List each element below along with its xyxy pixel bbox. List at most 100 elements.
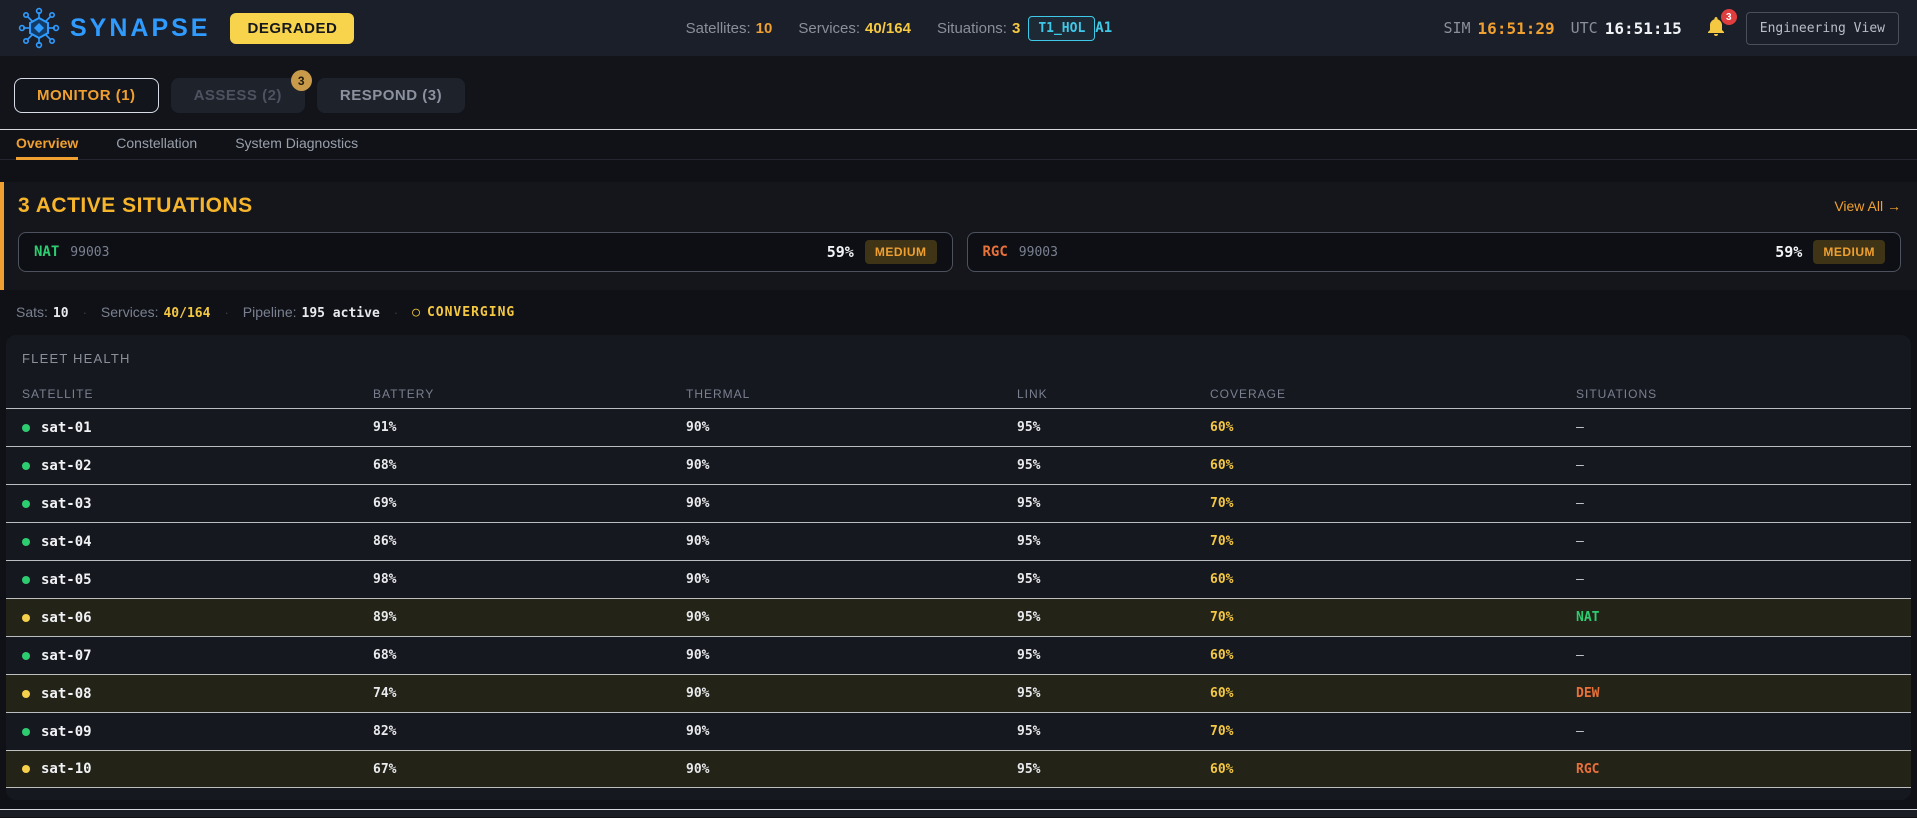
satellite-name: sat-02 <box>41 457 92 474</box>
pipeline-statusbar: Sats: 10 · Services: 40/164 · Pipeline: 195 act… <box>0 290 1917 335</box>
status-label: Pipeline: <box>242 304 297 320</box>
mode-badge: T1_HOL <box>1028 15 1096 41</box>
satellite-name: sat-08 <box>41 685 92 702</box>
satellite-cell: sat-03 <box>22 496 373 512</box>
notifications-button[interactable]: 3 <box>1704 9 1737 41</box>
separator-dot: · <box>82 305 87 320</box>
tab-monitor[interactable]: MONITOR (1) <box>14 78 159 113</box>
header-stats: Satellites: 10 Services: 40/164 Situations: 3 <box>686 20 1021 37</box>
fleet-row-sat-04[interactable]: sat-04 86% 90% 95% 70% – <box>6 522 1911 560</box>
situation-card-rgc[interactable]: RGC 99003 59% MEDIUM <box>966 232 1901 272</box>
column-header-battery: BATTERY <box>373 387 435 401</box>
situation-percent: 59% <box>826 243 854 261</box>
battery-value: 67% <box>373 761 397 777</box>
logo: SYNAPSE <box>18 7 210 49</box>
notification-count-badge: 3 <box>1720 9 1737 25</box>
view-all-link[interactable]: View All → <box>1834 198 1901 214</box>
header-right: SIM 16:51:29 UTC 16:51:15 3 Engineering … <box>1443 9 1899 45</box>
engineering-view-button[interactable]: Engineering View <box>1745 11 1899 45</box>
thermal-value: 90% <box>686 534 710 549</box>
coverage-value: 60% <box>1210 458 1234 473</box>
thermal-value: 90% <box>686 686 710 701</box>
satellite-cell: sat-02 <box>22 458 373 474</box>
status-value: 10 <box>52 306 69 321</box>
tab-assess[interactable]: ASSESS (2) 3 <box>170 70 312 113</box>
health-dot-icon <box>22 651 30 660</box>
thermal-value: 90% <box>686 572 710 587</box>
stat-label: Situations: <box>936 19 1007 37</box>
pipeline-state: ○ CONVERGING <box>412 305 515 320</box>
fleet-table-header: SATELLITE BATTERY THERMAL LINK COVERAGE SITUA… <box>6 380 1911 408</box>
fleet-row-sat-07[interactable]: sat-07 68% 90% 95% 60% – <box>6 636 1911 674</box>
fleet-row-sat-05[interactable]: sat-05 98% 90% 95% 60% – <box>6 560 1911 598</box>
satellite-name: sat-07 <box>41 647 92 664</box>
fleet-row-sat-03[interactable]: sat-03 69% 90% 95% 70% – <box>6 484 1911 522</box>
stat-value: 10 <box>755 19 773 37</box>
link-value: 95% <box>1017 534 1041 549</box>
situation-cell: – <box>1576 458 1584 473</box>
situation-id: 99003 <box>1018 244 1058 260</box>
tab-respond[interactable]: RESPOND (3) <box>316 78 466 113</box>
status-item: Sats: 10 <box>16 304 69 321</box>
situation-cell: – <box>1576 420 1584 435</box>
situation-cell: – <box>1576 724 1584 739</box>
satellite-name: sat-03 <box>41 495 92 512</box>
utc-label: UTC <box>1570 19 1598 37</box>
column-header-satellite: SATELLITE <box>22 387 94 401</box>
situation-cell: DEW <box>1576 686 1600 701</box>
satellite-cell: sat-04 <box>22 534 373 550</box>
subtab-overview[interactable]: Overview <box>16 130 79 160</box>
stat-value: 3 <box>1011 19 1021 37</box>
coverage-value: 60% <box>1210 761 1234 777</box>
satellite-name: sat-04 <box>41 533 92 550</box>
satellite-cell: sat-10 <box>22 761 373 777</box>
link-value: 95% <box>1017 458 1041 473</box>
satellite-name: sat-01 <box>41 419 92 436</box>
fleet-table: SATELLITE BATTERY THERMAL LINK COVERAGE SITUA… <box>6 380 1911 788</box>
fleet-row-sat-10[interactable]: sat-10 67% 90% 95% 60% RGC <box>6 750 1911 788</box>
coverage-value: 60% <box>1210 572 1234 587</box>
battery-value: 91% <box>373 420 397 435</box>
thermal-value: 90% <box>686 648 710 663</box>
battery-value: 74% <box>373 686 397 701</box>
status-item: Services: 40/164 <box>101 304 211 321</box>
link-value: 95% <box>1017 724 1041 739</box>
subtab-constellation[interactable]: Constellation <box>116 130 197 160</box>
thermal-value: 90% <box>686 496 710 511</box>
coverage-value: 60% <box>1210 686 1234 701</box>
app-title: SYNAPSE <box>70 13 211 42</box>
fleet-row-sat-02[interactable]: sat-02 68% 90% 95% 60% – <box>6 446 1911 484</box>
link-value: 95% <box>1017 496 1041 511</box>
separator-dot: · <box>224 305 229 320</box>
coverage-value: 60% <box>1210 420 1234 435</box>
fleet-row-sat-09[interactable]: sat-09 82% 90% 95% 70% – <box>6 712 1911 750</box>
battery-value: 82% <box>373 724 397 739</box>
active-situations-banner: 3 ACTIVE SITUATIONS View All → NAT 99003 5… <box>0 182 1917 290</box>
situation-card-nat[interactable]: NAT 99003 59% MEDIUM <box>18 232 953 272</box>
subtab-system-diagnostics[interactable]: System Diagnostics <box>235 130 358 160</box>
stat-value: 40/164 <box>865 19 911 37</box>
column-header-link: LINK <box>1017 387 1048 401</box>
active-situations-title: 3 ACTIVE SITUATIONS <box>18 194 253 217</box>
health-dot-icon <box>22 727 30 736</box>
stat-label: Satellites: <box>685 19 751 37</box>
satellite-name: sat-09 <box>41 723 92 740</box>
link-value: 95% <box>1017 761 1041 777</box>
fleet-row-sat-08[interactable]: sat-08 74% 90% 95% 60% DEW <box>6 674 1911 712</box>
column-header-coverage: COVERAGE <box>1210 387 1287 401</box>
situation-cell: NAT <box>1576 610 1600 625</box>
health-dot-icon <box>22 765 30 773</box>
fleet-row-sat-01[interactable]: sat-01 91% 90% 95% 60% – <box>6 408 1911 446</box>
status-label: Services: <box>100 304 159 320</box>
situation-code: NAT <box>34 244 60 260</box>
situation-code: RGC <box>982 244 1008 260</box>
satellite-cell: sat-01 <box>22 420 373 436</box>
situation-cards: NAT 99003 59% MEDIUM RGC 99003 59% MEDIUM <box>18 232 1901 272</box>
fleet-row-sat-06[interactable]: sat-06 89% 90% 95% 70% NAT <box>6 598 1911 636</box>
tab-count-badge: 3 <box>290 70 312 91</box>
column-header-thermal: THERMAL <box>686 387 751 401</box>
utc-time: 16:51:15 <box>1604 18 1682 38</box>
fleet-table-body: sat-01 91% 90% 95% 60% – sat-02 68% 90% 95% 60% – sa… <box>6 408 1911 788</box>
severity-badge: MEDIUM <box>864 240 937 264</box>
link-value: 95% <box>1017 686 1041 701</box>
